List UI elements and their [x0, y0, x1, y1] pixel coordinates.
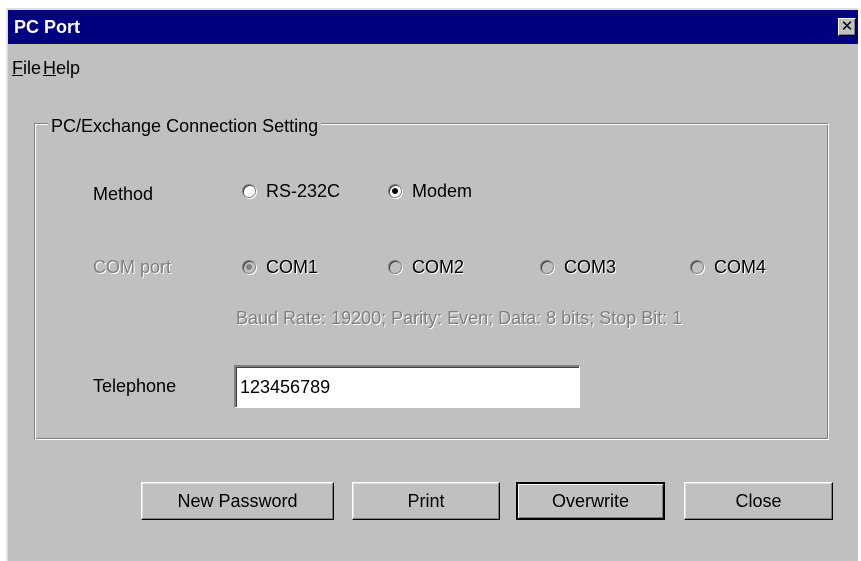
radio-modem-label: Modem — [412, 181, 473, 201]
new-password-button[interactable]: New Password — [141, 482, 334, 520]
radio-com1-label: COM1 — [266, 257, 319, 277]
com-port-label: COM port — [93, 257, 172, 277]
radio-com2-indicator — [388, 260, 402, 274]
overwrite-button[interactable]: Overwrite — [516, 482, 665, 520]
menu-help[interactable]: Help — [43, 58, 80, 79]
radio-com3-label: COM3 — [564, 257, 617, 277]
radio-com2[interactable]: COM2 — [388, 256, 464, 278]
menu-help-accel: H — [43, 58, 56, 78]
title-bar: PC Port ✕ — [8, 10, 858, 44]
menu-bar: File Help — [8, 58, 858, 84]
radio-com4-indicator — [690, 260, 704, 274]
menu-help-label: elp — [56, 58, 81, 78]
radio-com1-indicator — [242, 260, 256, 274]
menu-file[interactable]: File — [12, 58, 41, 79]
menu-file-accel: F — [12, 58, 23, 78]
telephone-label: Telephone — [93, 376, 177, 396]
method-label: Method — [93, 184, 154, 204]
radio-com3-indicator — [540, 260, 554, 274]
radio-com1[interactable]: COM1 — [242, 256, 318, 278]
close-button[interactable]: Close — [684, 482, 833, 520]
radio-rs232c-label: RS-232C — [266, 181, 341, 201]
close-window-button[interactable]: ✕ — [838, 18, 856, 36]
menu-file-label: ile — [23, 58, 42, 78]
radio-com4-label: COM4 — [714, 257, 767, 277]
print-button[interactable]: Print — [352, 482, 500, 520]
close-icon: ✕ — [840, 18, 854, 35]
window-title: PC Port — [14, 17, 81, 37]
radio-rs232c[interactable]: RS-232C — [242, 180, 340, 202]
radio-modem-indicator — [388, 184, 402, 198]
radio-com2-label: COM2 — [412, 257, 465, 277]
com-settings-info: Baud Rate: 19200; Parity: Even; Data: 8 … — [236, 308, 683, 328]
radio-modem[interactable]: Modem — [388, 180, 472, 202]
radio-com3[interactable]: COM3 — [540, 256, 616, 278]
group-title: PC/Exchange Connection Setting — [48, 116, 322, 136]
radio-com4[interactable]: COM4 — [690, 256, 766, 278]
telephone-input[interactable] — [234, 365, 580, 408]
radio-rs232c-indicator — [242, 184, 256, 198]
